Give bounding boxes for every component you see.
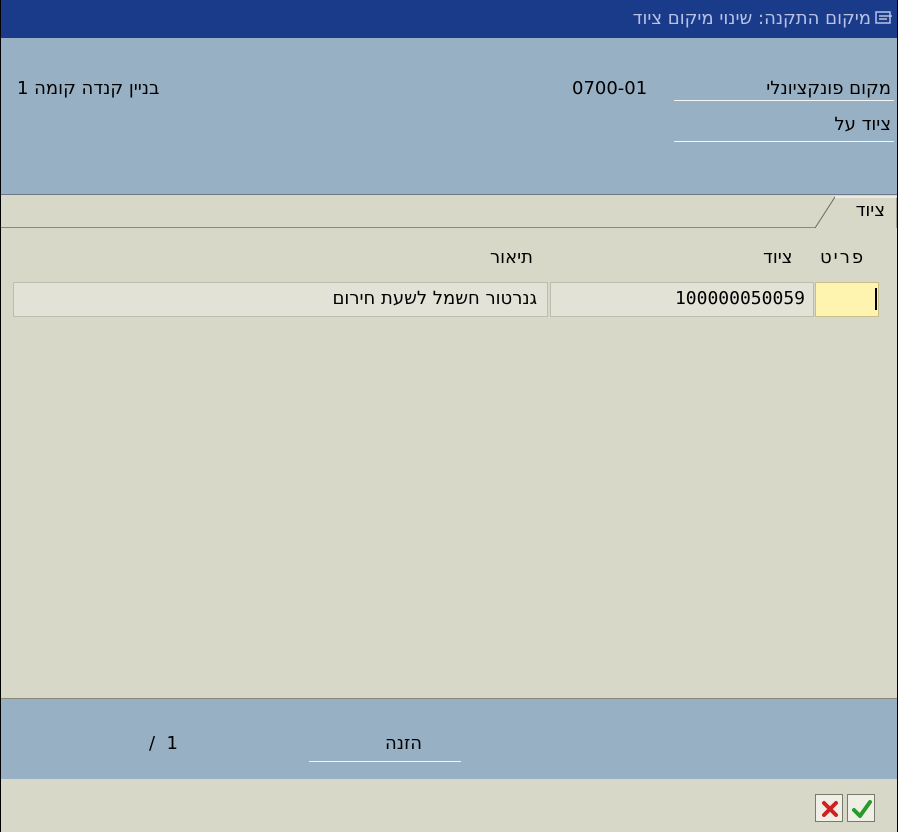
- text-cursor: [875, 288, 877, 310]
- item-input-cell[interactable]: [815, 282, 879, 317]
- button-bar: [1, 779, 897, 832]
- entry-label: הזנה: [385, 733, 422, 754]
- superior-equipment-label-underline: [674, 141, 894, 142]
- cancel-icon: [822, 801, 838, 817]
- window-menu-icon[interactable]: [875, 9, 893, 25]
- window-title: מיקום התקנה: שינוי מיקום ציוד: [632, 8, 871, 29]
- cancel-button[interactable]: [815, 794, 843, 822]
- header-area: מקום פונקציונלי 0700-01 בניין קנדה קומה …: [1, 38, 897, 195]
- entry-underline: [309, 761, 461, 762]
- column-header-description: תיאור: [490, 247, 533, 268]
- functional-location-description: בניין קנדה קומה 1: [17, 78, 160, 99]
- column-header-item: פריט: [820, 247, 866, 268]
- title-bar: מיקום התקנה: שינוי מיקום ציוד: [1, 0, 897, 38]
- functional-location-label-underline: [674, 100, 894, 101]
- column-header-equipment: ציוד: [763, 247, 793, 268]
- functional-location-field[interactable]: 0700-01: [572, 78, 647, 99]
- tab-strip: ציוד: [1, 195, 897, 699]
- confirm-button[interactable]: [847, 794, 875, 822]
- page-counter: / 1: [149, 733, 178, 754]
- functional-location-label: מקום פונקציונלי: [766, 78, 891, 99]
- dialog-body: מיקום התקנה: שינוי מיקום ציוד מקום פונקצ…: [0, 0, 897, 832]
- dialog-window: מיקום התקנה: שינוי מיקום ציוד מקום פונקצ…: [0, 0, 898, 832]
- entry-bar: [1, 699, 897, 779]
- superior-equipment-label: ציוד על: [834, 114, 891, 135]
- tab-equipment-label: ציוד: [855, 200, 885, 221]
- equipment-number-cell[interactable]: 100000050059: [550, 282, 814, 317]
- tab-equipment[interactable]: ציוד: [815, 195, 897, 229]
- description-cell[interactable]: גנרטור חשמל לשעת חירום: [13, 282, 548, 317]
- checkmark-icon: [852, 800, 872, 818]
